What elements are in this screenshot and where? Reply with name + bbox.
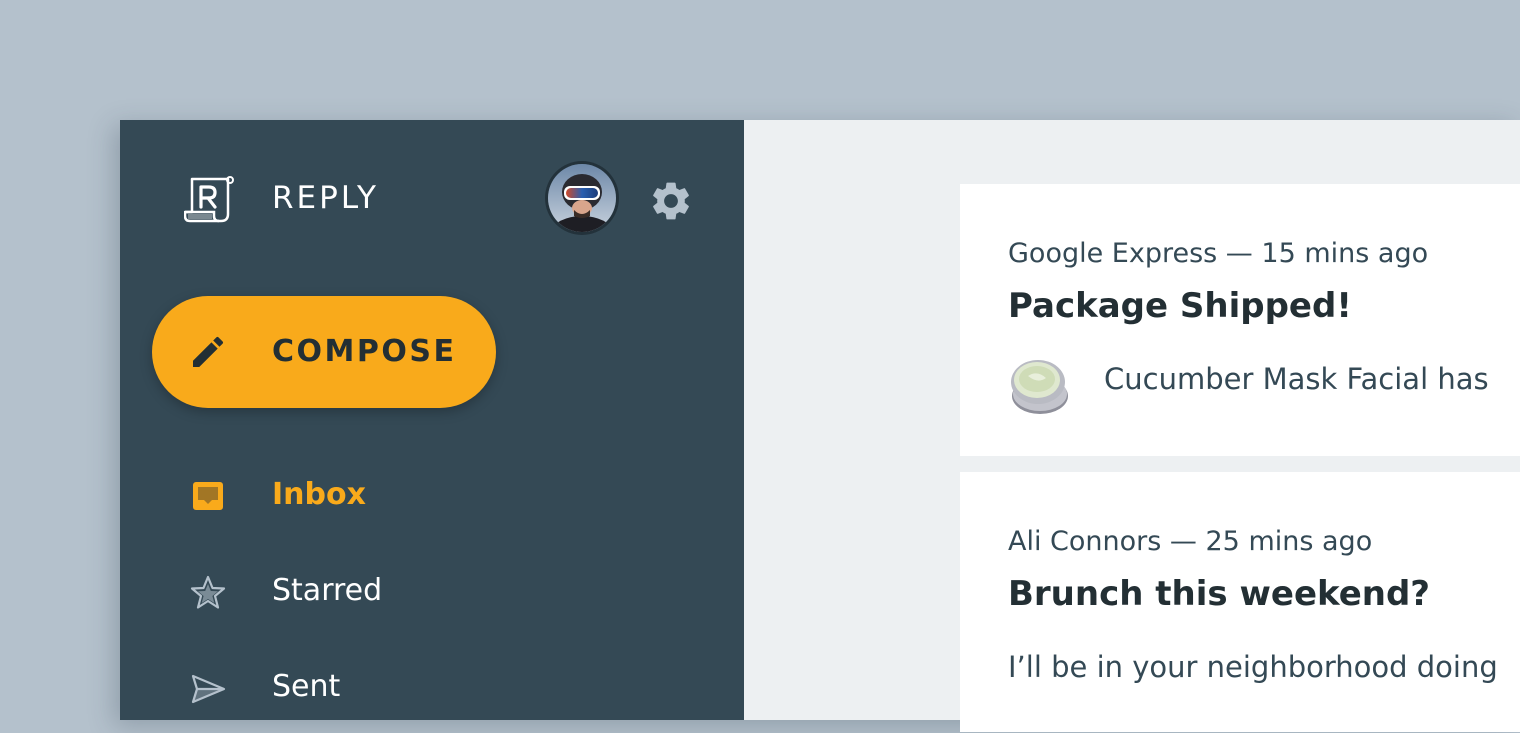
compose-button[interactable]: COMPOSE [152, 296, 496, 408]
email-preview: I’ll be in your neighborhood doing [1008, 650, 1498, 684]
send-icon [191, 674, 226, 704]
star-icon [190, 575, 226, 609]
inbox-icon [193, 482, 223, 510]
reply-logo-icon [184, 176, 234, 223]
pencil-icon [193, 336, 224, 367]
email-subject: Brunch this weekend? [1008, 574, 1431, 614]
email-card[interactable]: Ali Connors — 25 mins ago Brunch this we… [960, 472, 1520, 732]
email-meta: Google Express — 15 mins ago [1008, 238, 1429, 269]
settings-gear-icon[interactable] [648, 178, 694, 224]
email-card[interactable]: Google Express — 15 mins ago Package Shi… [960, 184, 1520, 456]
product-thumbnail-icon [1011, 360, 1068, 414]
app-title: REPLY [272, 180, 379, 216]
nav-item-inbox[interactable]: Inbox [120, 453, 744, 541]
compose-label: COMPOSE [272, 334, 457, 369]
user-avatar[interactable] [548, 164, 616, 232]
avatar-image [548, 164, 616, 232]
nav-label-sent: Sent [272, 669, 341, 704]
email-preview: Cucumber Mask Facial has [1104, 362, 1489, 396]
navigation-drawer: REPLY COMPOSE Inbox Starred Sent [120, 120, 744, 720]
nav-item-starred[interactable]: Starred [120, 549, 744, 637]
email-meta: Ali Connors — 25 mins ago [1008, 526, 1373, 557]
email-subject: Package Shipped! [1008, 286, 1352, 326]
nav-label-starred: Starred [272, 573, 383, 608]
app-window: REPLY COMPOSE Inbox Starred Sent Google … [120, 120, 1520, 732]
nav-label-inbox: Inbox [272, 477, 366, 512]
